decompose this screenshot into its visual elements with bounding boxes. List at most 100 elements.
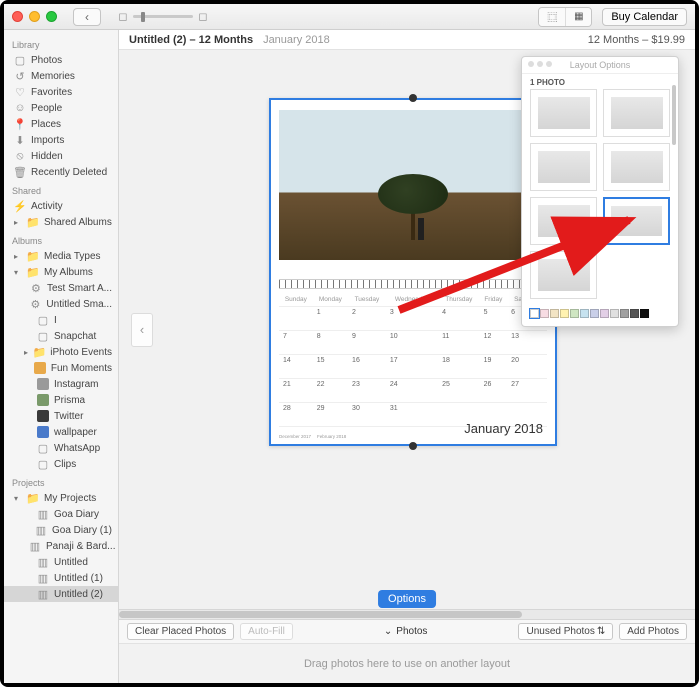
calendar-day-cell[interactable]: 20	[507, 355, 547, 379]
calendar-day-cell[interactable]: 4	[438, 307, 479, 331]
color-swatch[interactable]	[610, 309, 619, 318]
color-swatch[interactable]	[570, 309, 579, 318]
calendar-day-cell[interactable]: 30	[348, 403, 386, 427]
calendar-day-cell[interactable]: 15	[313, 355, 348, 379]
sidebar-item-memories[interactable]: ↺Memories	[4, 68, 118, 84]
sidebar[interactable]: Library ▢Photos ↺Memories ♡Favorites ☺Pe…	[4, 30, 119, 683]
horizontal-scrollbar[interactable]	[119, 609, 695, 619]
canvas-area[interactable]: ‹ SundayMondayTuesdayWednesdayThursdayFr…	[119, 50, 695, 609]
photo-filter-button[interactable]: Unused Photos ⇅	[518, 623, 613, 640]
color-swatch[interactable]	[580, 309, 589, 318]
calendar-day-cell[interactable]: 17	[386, 355, 438, 379]
zoom-window-button[interactable]	[46, 11, 57, 22]
resize-handle-top[interactable]	[409, 94, 417, 102]
sidebar-item-imports[interactable]: ⬇Imports	[4, 132, 118, 148]
sidebar-item-media-types[interactable]: ▸📁Media Types	[4, 248, 118, 264]
calendar-day-cell[interactable]: 24	[386, 379, 438, 403]
sidebar-item-album[interactable]: ▢WhatsApp	[4, 440, 118, 456]
sidebar-item-album[interactable]: ▸📁iPhoto Events	[4, 344, 118, 360]
calendar-day-cell[interactable]: 19	[480, 355, 508, 379]
sidebar-item-project[interactable]: ▥Untitled (2)	[4, 586, 118, 602]
sidebar-item-album[interactable]: ⚙Untitled Sma...	[4, 296, 118, 312]
sidebar-item-album[interactable]: ▢Snapchat	[4, 328, 118, 344]
color-swatch[interactable]	[600, 309, 609, 318]
back-button[interactable]: ‹	[73, 8, 101, 26]
buy-calendar-button[interactable]: Buy Calendar	[602, 8, 687, 26]
layout-scrollbar[interactable]	[672, 85, 676, 145]
color-swatch[interactable]	[590, 309, 599, 318]
sidebar-item-album[interactable]: ⚙Test Smart A...	[4, 280, 118, 296]
options-button[interactable]: Options	[378, 590, 436, 608]
sidebar-item-album[interactable]: ▣wallpaper	[4, 424, 118, 440]
sidebar-item-album[interactable]: ▢I	[4, 312, 118, 328]
calendar-day-cell[interactable]: 10	[386, 331, 438, 355]
calendar-day-cell[interactable]: 9	[348, 331, 386, 355]
calendar-day-cell[interactable]: 29	[313, 403, 348, 427]
calendar-day-cell[interactable]: 16	[348, 355, 386, 379]
calendar-day-cell[interactable]: 21	[279, 379, 313, 403]
calendar-photo-slot[interactable]	[279, 110, 547, 260]
calendar-day-cell[interactable]: 7	[279, 331, 313, 355]
calendar-day-cell[interactable]: 28	[279, 403, 313, 427]
color-swatch[interactable]	[550, 309, 559, 318]
sidebar-item-shared-albums[interactable]: ▸📁Shared Albums	[4, 214, 118, 230]
sidebar-item-project[interactable]: ▥Goa Diary	[4, 506, 118, 522]
color-swatch[interactable]	[560, 309, 569, 318]
sidebar-item-hidden[interactable]: ⦸Hidden	[4, 148, 118, 164]
calendar-day-cell[interactable]: 26	[480, 379, 508, 403]
layout-thumb[interactable]	[530, 251, 597, 299]
sidebar-item-project[interactable]: ▥Panaji & Bard...	[4, 538, 118, 554]
layout-thumb[interactable]	[530, 197, 597, 245]
layout-thumb[interactable]	[603, 89, 670, 137]
calendar-day-cell[interactable]: 12	[480, 331, 508, 355]
sidebar-item-album[interactable]: ▣Twitter	[4, 408, 118, 424]
add-photos-button[interactable]: Add Photos	[619, 623, 687, 640]
calendar-day-cell[interactable]: 18	[438, 355, 479, 379]
autofill-button[interactable]: Auto-Fill	[240, 623, 293, 640]
calendar-day-cell[interactable]: 5	[480, 307, 508, 331]
calendar-day-cell[interactable]: 22	[313, 379, 348, 403]
sidebar-item-recently-deleted[interactable]: 🗑Recently Deleted	[4, 164, 118, 180]
calendar-day-cell[interactable]: 8	[313, 331, 348, 355]
calendar-day-cell[interactable]: 31	[386, 403, 438, 427]
calendar-day-cell[interactable]	[279, 307, 313, 331]
sidebar-item-album[interactable]: ▢Clips	[4, 456, 118, 472]
view-spread-button[interactable]: ⿴	[539, 8, 565, 26]
sidebar-item-my-albums[interactable]: ▾📁My Albums	[4, 264, 118, 280]
sidebar-item-people[interactable]: ☺People	[4, 100, 118, 116]
color-swatch[interactable]	[540, 309, 549, 318]
calendar-day-cell[interactable]: 2	[348, 307, 386, 331]
calendar-day-cell[interactable]: 3	[386, 307, 438, 331]
calendar-day-cell[interactable]: 25	[438, 379, 479, 403]
layout-thumb-selected[interactable]	[603, 197, 670, 245]
close-window-button[interactable]	[12, 11, 23, 22]
sidebar-item-my-projects[interactable]: ▾📁My Projects	[4, 490, 118, 506]
color-swatch[interactable]	[620, 309, 629, 318]
layout-thumb[interactable]	[530, 143, 597, 191]
sidebar-item-album[interactable]: ▣Fun Moments	[4, 360, 118, 376]
prev-page-button[interactable]: ‹	[131, 313, 153, 347]
sidebar-item-project[interactable]: ▥Untitled	[4, 554, 118, 570]
sidebar-item-album[interactable]: ▣Prisma	[4, 392, 118, 408]
color-swatch[interactable]	[640, 309, 649, 318]
calendar-page[interactable]: SundayMondayTuesdayWednesdayThursdayFrid…	[269, 98, 557, 446]
sidebar-item-project[interactable]: ▥Goa Diary (1)	[4, 522, 118, 538]
calendar-day-cell[interactable]: 1	[313, 307, 348, 331]
resize-handle-bottom[interactable]	[409, 442, 417, 450]
sidebar-item-activity[interactable]: ⚡Activity	[4, 198, 118, 214]
sidebar-item-favorites[interactable]: ♡Favorites	[4, 84, 118, 100]
calendar-day-cell[interactable]: 13	[507, 331, 547, 355]
photos-dropdown[interactable]: ⌄ Photos	[384, 626, 428, 637]
calendar-day-cell[interactable]: 27	[507, 379, 547, 403]
sidebar-item-album[interactable]: ▣Instagram	[4, 376, 118, 392]
layout-thumb[interactable]	[603, 143, 670, 191]
color-swatch[interactable]	[630, 309, 639, 318]
clear-placed-photos-button[interactable]: Clear Placed Photos	[127, 623, 234, 640]
calendar-day-cell[interactable]: 14	[279, 355, 313, 379]
sidebar-item-photos[interactable]: ▢Photos	[4, 52, 118, 68]
view-grid-button[interactable]: ▦	[565, 8, 591, 26]
sidebar-item-project[interactable]: ▥Untitled (1)	[4, 570, 118, 586]
calendar-day-cell[interactable]: 11	[438, 331, 479, 355]
drop-zone[interactable]: Drag photos here to use on another layou…	[119, 643, 695, 683]
calendar-day-cell[interactable]: 23	[348, 379, 386, 403]
